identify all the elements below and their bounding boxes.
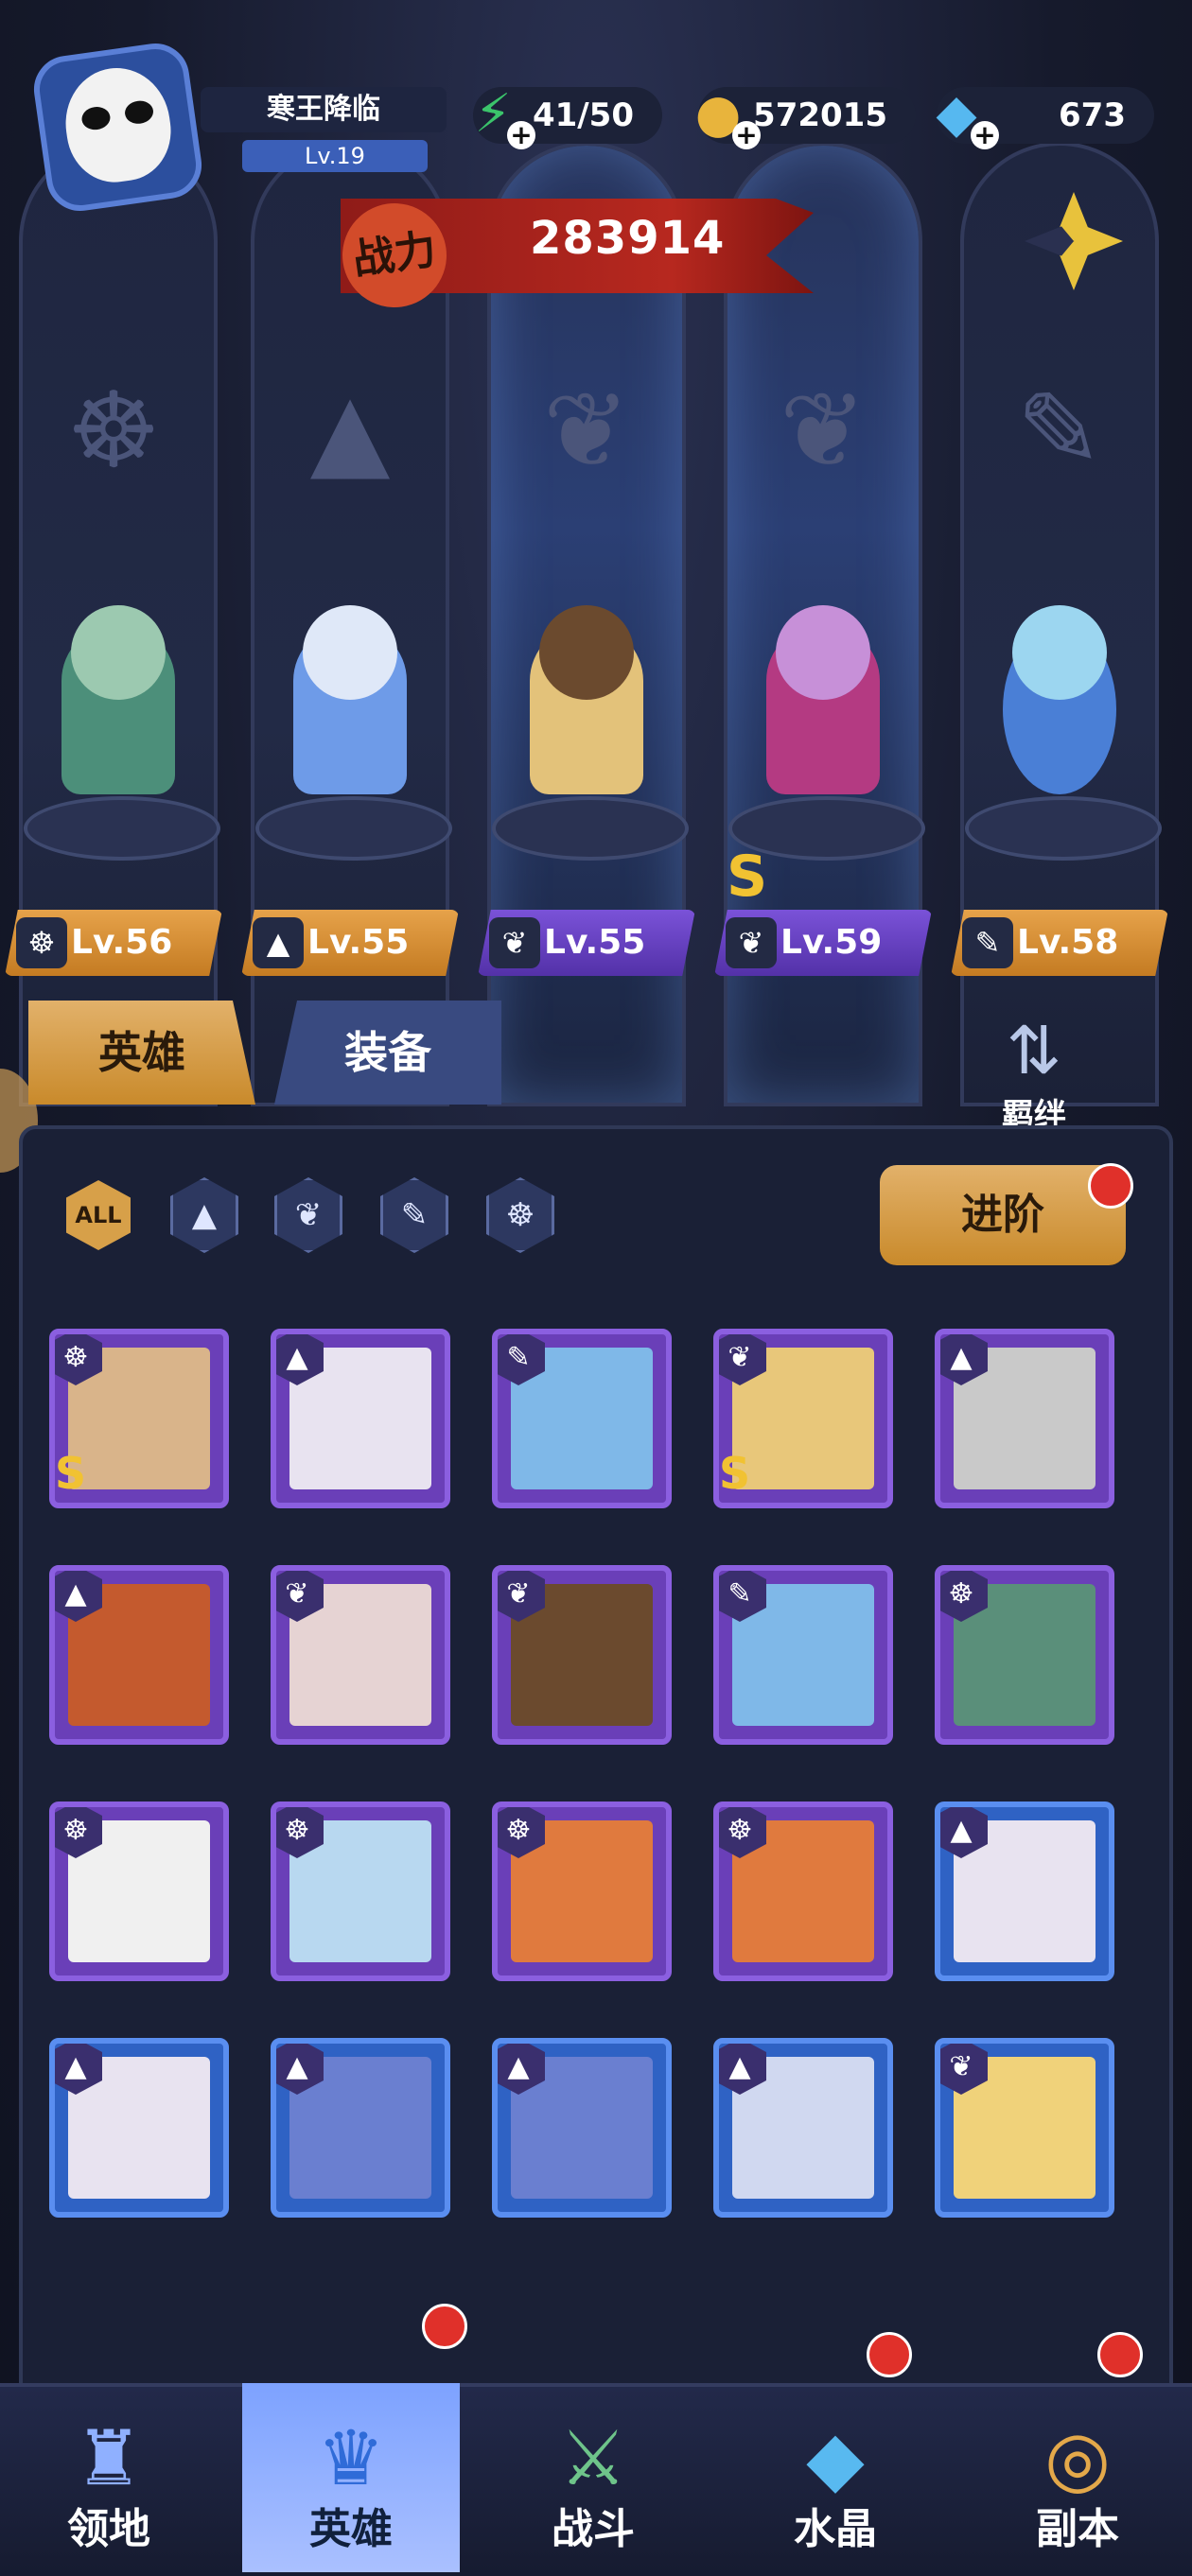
mage-class-icon: ▲ [170,1177,238,1253]
add-diamond-icon[interactable]: + [971,121,999,149]
s-rank-badge: S [719,1448,751,1499]
team-level-tag: ☸ Lv.56 [5,910,222,976]
notification-dot [1097,2332,1143,2377]
gold-counter[interactable]: ● + 572015 [695,86,916,149]
tool-class-icon: ✎ [962,917,1013,968]
hero-card[interactable]: ☸ S [49,1329,229,1508]
nav-crystal[interactable]: ◆ 水晶 [727,2383,944,2572]
wing-slot-emblem-icon: ❦ [779,370,868,491]
hero-card[interactable]: ✎ [713,1565,893,1745]
s-rank-badge: S [55,1448,87,1499]
hero-card[interactable]: ☸ [713,1801,893,1981]
wing-class-icon: ❦ [274,1177,342,1253]
wing-class-icon: ❦ [489,917,540,968]
wing-class-icon: ❦ [726,917,777,968]
filter-wing[interactable]: ❦ [274,1177,342,1253]
hero-roster-panel [19,1125,1173,2430]
team-hero-4[interactable] [724,605,925,861]
hero-card[interactable]: ▲ [935,1329,1114,1508]
hero-card[interactable]: ▲ [49,2038,229,2218]
tool-slot-emblem-icon: ✎ [1015,370,1104,491]
energy-counter[interactable]: ⚡ + 41/50 [473,86,662,149]
hero-card[interactable]: ☸ [49,1801,229,1981]
hero-card[interactable]: ❦ [935,2038,1114,2218]
filter-all[interactable]: ALL [64,1177,132,1253]
nav-battle[interactable]: ⚔ 战斗 [484,2383,702,2572]
hero-card[interactable]: ☸ [492,1801,672,1981]
tool-class-icon: ✎ [380,1177,448,1253]
hero-card[interactable]: ▲ [935,1801,1114,1981]
notification-dot [1088,1163,1133,1209]
nav-territory[interactable]: ♜ 领地 [0,2383,218,2572]
power-value: 283914 [530,212,726,265]
player-level: Lv.19 [242,140,428,172]
hero-card[interactable]: ▲ [271,1329,450,1508]
bond-button[interactable]: ⇅ 羁绊 [963,1012,1105,1144]
diamond-counter[interactable]: ◆ + 673 [936,86,1154,149]
golden-flower-icon[interactable] [1012,180,1135,303]
notification-dot [867,2332,912,2377]
team-hero-3[interactable] [487,605,689,861]
filter-tool[interactable]: ✎ [380,1177,448,1253]
beast-class-icon: ☸ [486,1177,554,1253]
team-hero-1[interactable] [19,605,220,861]
hero-card[interactable]: ▲ [713,2038,893,2218]
s-rank-badge: S [727,844,768,910]
team-hero-5[interactable] [960,605,1162,861]
bond-arrows-icon: ⇅ [1006,1012,1062,1089]
beast-class-icon: ☸ [16,917,67,968]
team-hero-2[interactable] [251,605,452,861]
beast-slot-emblem-icon: ☸ [66,370,161,491]
mage-class-icon: ▲ [253,917,304,968]
hero-card[interactable]: ☸ [935,1565,1114,1745]
player-avatar[interactable] [29,39,206,216]
team-level-tag: ✎ Lv.58 [951,910,1168,976]
wing-slot-emblem-icon: ❦ [542,370,631,491]
tab-equipment[interactable]: 装备 [274,1001,501,1105]
notification-dot [422,2304,467,2349]
hero-card[interactable]: ✎ [492,1329,672,1508]
team-level-tag: ❦ Lv.55 [478,910,695,976]
filter-beast[interactable]: ☸ [486,1177,554,1253]
player-name: 寒王降临 [201,87,447,132]
filter-mage[interactable]: ▲ [170,1177,238,1253]
hero-card[interactable]: ❦ S [713,1329,893,1508]
hero-card[interactable]: ❦ [492,1565,672,1745]
nav-dungeon[interactable]: ◎ 副本 [969,2383,1186,2572]
mage-slot-emblem-icon: ▲ [309,370,391,491]
hero-card[interactable]: ☸ [271,1801,450,1981]
hero-card[interactable]: ▲ [271,2038,450,2218]
hero-card[interactable]: ▲ [49,1565,229,1745]
team-level-tag: ❦ Lv.59 [714,910,932,976]
hero-card[interactable]: ▲ [492,2038,672,2218]
hero-card[interactable]: ❦ [271,1565,450,1745]
nav-heroes[interactable]: ♛ 英雄 [242,2383,460,2572]
team-level-tag: ▲ Lv.55 [241,910,459,976]
tab-heroes[interactable]: 英雄 [28,1001,255,1105]
add-energy-icon[interactable]: + [507,121,535,149]
